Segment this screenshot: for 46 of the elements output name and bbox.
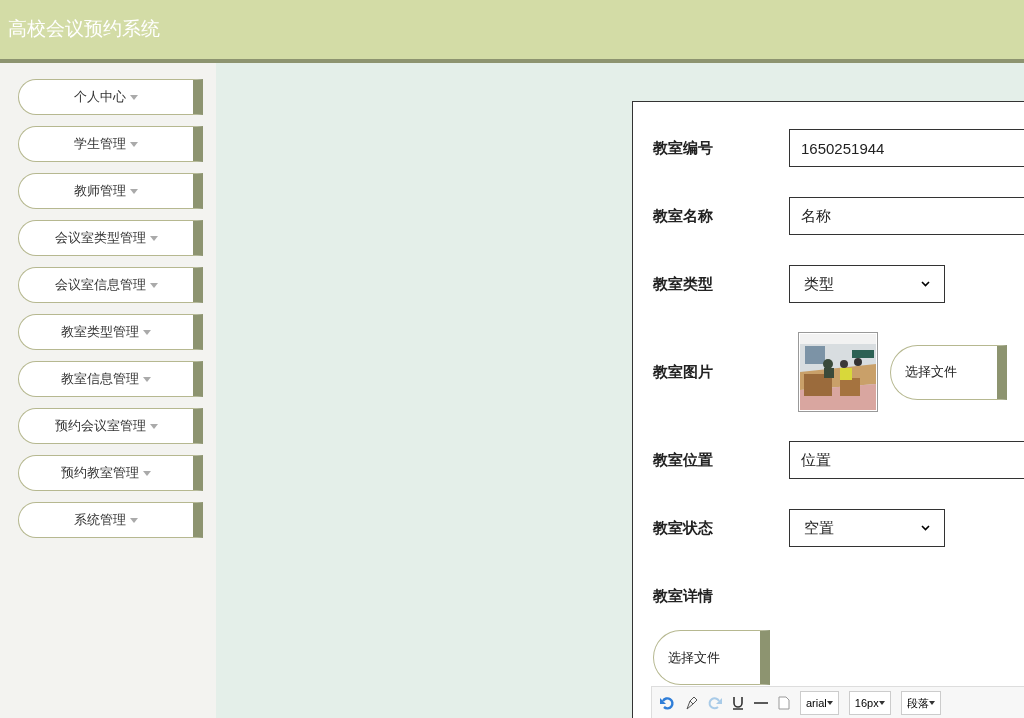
undo-icon[interactable] xyxy=(660,696,674,710)
caret-icon xyxy=(928,701,935,705)
caret-icon xyxy=(130,517,138,523)
caret-icon xyxy=(149,423,158,429)
caret-icon xyxy=(878,701,885,705)
input-field[interactable]: 名称 xyxy=(789,197,1024,235)
sidebar-menu-button[interactable]: 预约会议室管理 xyxy=(18,408,203,444)
underline-icon[interactable] xyxy=(732,696,744,710)
field-label: 教室详情 xyxy=(653,585,714,606)
field-label: 教室图片 xyxy=(653,361,714,382)
caret-icon xyxy=(130,94,138,100)
caret-icon xyxy=(143,470,151,476)
font-select[interactable]: arial xyxy=(800,691,839,715)
sidebar-menu-button[interactable]: 会议室信息管理 xyxy=(18,267,203,303)
field-label: 教室状态 xyxy=(653,517,714,538)
field-label: 教室名称 xyxy=(653,205,714,226)
input-field[interactable]: 位置 xyxy=(789,441,1024,479)
caret-icon xyxy=(130,141,138,147)
field-label: 教室位置 xyxy=(653,449,714,470)
choose-file-button[interactable]: 选择文件 xyxy=(890,344,1007,400)
select-field[interactable]: 类型 xyxy=(789,265,945,303)
app-title: 高校会议预约系统 xyxy=(8,17,160,42)
field-label: 教室类型 xyxy=(653,273,714,294)
sidebar-menu-button[interactable]: 教师管理 xyxy=(18,173,203,209)
caret-icon xyxy=(826,701,833,705)
choose-file-button[interactable]: 选择文件 xyxy=(653,630,770,685)
sidebar-menu-button[interactable]: 教室类型管理 xyxy=(18,314,203,350)
caret-icon xyxy=(143,376,151,382)
font-size-select[interactable]: 16px xyxy=(848,691,891,715)
caret-icon xyxy=(130,188,138,194)
sidebar-menu-button[interactable]: 系统管理 xyxy=(18,502,203,538)
input-field[interactable]: 1650251944 xyxy=(789,129,1024,167)
caret-icon xyxy=(149,282,158,288)
paragraph-select[interactable]: 段落 xyxy=(900,691,941,715)
sidebar-menu-button[interactable]: 学生管理 xyxy=(18,126,203,162)
chevron-down-icon xyxy=(921,281,930,287)
caret-icon xyxy=(143,329,151,335)
sidebar-menu-button[interactable]: 教室信息管理 xyxy=(18,361,203,397)
sidebar-menu-button[interactable]: 个人中心 xyxy=(18,79,203,115)
select-field[interactable]: 空置 xyxy=(789,509,945,547)
sidebar-menu-button[interactable]: 预约教室管理 xyxy=(18,455,203,491)
chevron-down-icon xyxy=(921,525,930,531)
field-label: 教室编号 xyxy=(653,137,714,158)
format-painter-icon[interactable] xyxy=(684,696,698,710)
caret-icon xyxy=(149,235,158,241)
sidebar-menu-button[interactable]: 会议室类型管理 xyxy=(18,220,203,256)
